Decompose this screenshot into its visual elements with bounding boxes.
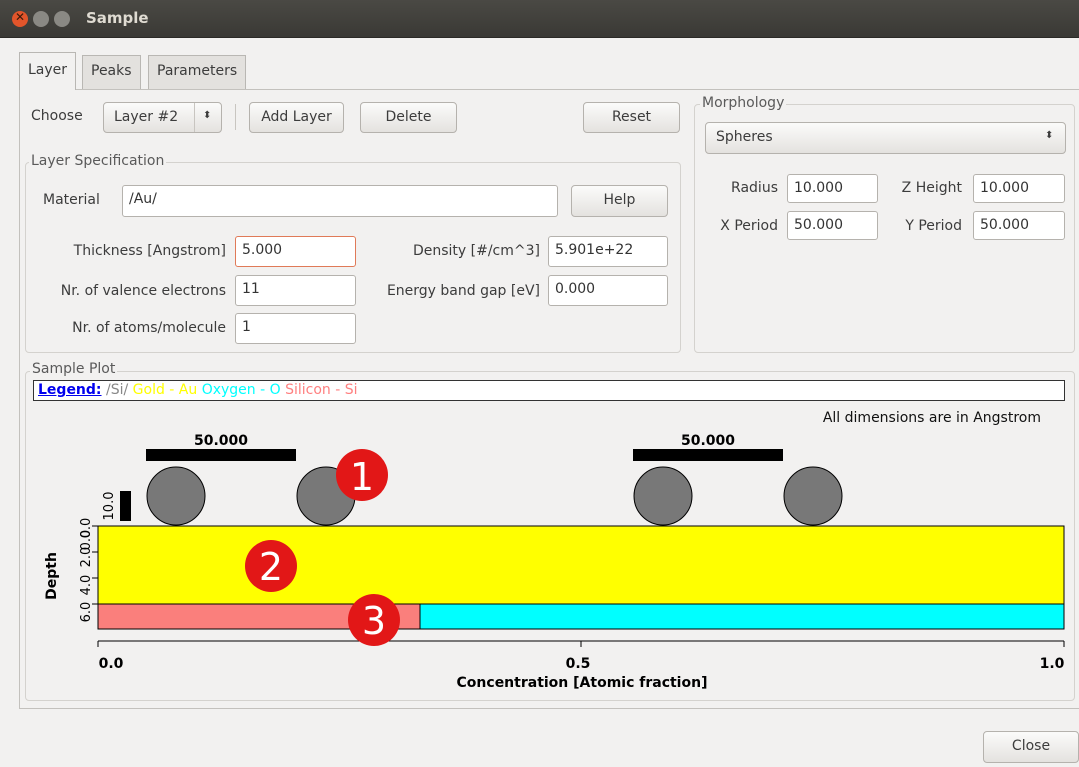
- depth-axis-label: Depth: [44, 552, 60, 600]
- height-bar: [120, 491, 131, 521]
- sphere: [783, 466, 843, 526]
- x-tick-label: 0.0: [99, 656, 124, 672]
- annotation-label-1: 1: [350, 455, 374, 499]
- annotation-label-3: 3: [362, 599, 386, 643]
- period-bar-2: [633, 449, 783, 461]
- tab-layer[interactable]: Layer: [19, 52, 77, 90]
- close-button[interactable]: Close: [983, 731, 1079, 763]
- sample-plot-canvas: 50.000 50.000 10.0 0.0 0.0 2.0 4.0 6.0 D…: [44, 433, 1065, 691]
- annotation-label-2: 2: [259, 545, 283, 589]
- sphere: [146, 466, 206, 526]
- depth-tick-label: 6.0: [79, 602, 94, 623]
- period-label-1: 50.000: [194, 433, 248, 449]
- x-axis-label: Concentration [Atomic fraction]: [457, 675, 708, 691]
- period-label-2: 50.000: [681, 433, 735, 449]
- period-bar-1: [146, 449, 296, 461]
- x-tick-label: 1.0: [1040, 656, 1065, 672]
- depth-tick-label: 4.0: [79, 575, 94, 596]
- x-tick-label: 0.5: [566, 656, 591, 672]
- depth-tick-label: 2.0: [79, 547, 94, 568]
- oxygen-layer: [419, 603, 1065, 630]
- height-label: 10.0: [102, 492, 117, 521]
- gold-layer: [97, 525, 1065, 605]
- sphere: [633, 466, 693, 526]
